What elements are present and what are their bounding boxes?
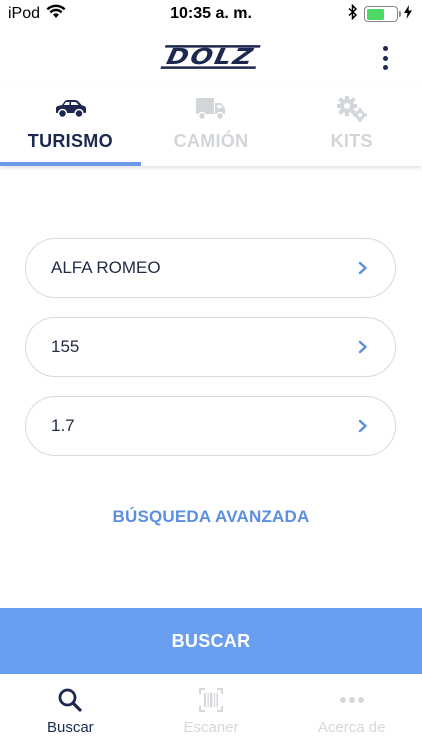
search-button[interactable]: BUSCAR — [0, 608, 422, 674]
chevron-right-icon — [355, 260, 371, 276]
nav-item-escaner[interactable]: Escaner — [141, 674, 282, 750]
tab-turismo-label: TURISMO — [27, 131, 113, 151]
brand-logo: DOLZ — [0, 42, 422, 72]
brand-select[interactable]: ALFA ROMEO — [25, 238, 396, 298]
status-left: iPod — [8, 4, 66, 24]
gears-icon — [335, 94, 369, 124]
model-select[interactable]: 155 — [25, 317, 396, 377]
status-right — [348, 3, 412, 25]
search-button-label: BUSCAR — [171, 630, 251, 651]
search-icon — [57, 686, 83, 714]
tab-turismo[interactable]: TURISMO — [0, 88, 141, 166]
nav-item-acerca[interactable]: Acerca de — [281, 674, 422, 750]
advanced-search-link[interactable]: BÚSQUEDA AVANZADA — [0, 507, 422, 527]
engine-select-value: 1.7 — [51, 416, 75, 435]
nav-item-escaner-label: Escaner — [183, 719, 239, 736]
tab-kits-label: KITS — [330, 131, 373, 151]
vehicle-type-tabs: TURISMO CAMIÓN KITS — [0, 88, 422, 166]
active-tab-indicator — [0, 162, 141, 166]
kebab-menu-icon[interactable] — [378, 44, 392, 72]
app-header: DOLZ — [0, 28, 422, 88]
bluetooth-icon — [348, 3, 358, 25]
brand-logo-text: DOLZ — [160, 44, 262, 70]
car-icon — [53, 94, 87, 124]
carrier-label: iPod — [8, 5, 41, 22]
status-bar: iPod 10:35 a. m. — [0, 0, 422, 28]
chevron-right-icon — [355, 418, 371, 434]
charging-icon — [404, 4, 412, 24]
tab-camion[interactable]: CAMIÓN — [141, 88, 282, 166]
wifi-icon — [46, 4, 66, 24]
tab-kits[interactable]: KITS — [281, 88, 422, 166]
nav-item-acerca-label: Acerca de — [317, 719, 386, 736]
model-select-value: 155 — [51, 337, 80, 356]
nav-item-buscar[interactable]: Buscar — [0, 674, 141, 750]
bottom-navigation: Buscar Escaner Acerca de — [0, 674, 422, 750]
battery-icon — [364, 6, 401, 22]
brand-select-value: ALFA ROMEO — [51, 258, 161, 277]
battery-level-fill — [366, 8, 384, 20]
nav-item-buscar-label: Buscar — [46, 719, 94, 736]
tab-camion-label: CAMIÓN — [173, 131, 249, 151]
chevron-right-icon — [355, 339, 371, 355]
truck-icon — [195, 94, 227, 124]
engine-select[interactable]: 1.7 — [25, 396, 396, 456]
barcode-scanner-icon — [198, 686, 224, 714]
more-dots-icon — [339, 686, 365, 714]
